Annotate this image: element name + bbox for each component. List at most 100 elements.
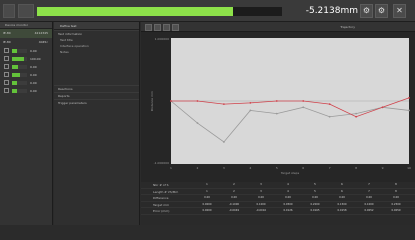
table-cell: 0.00: [258, 196, 264, 199]
settings-icon[interactable]: ⚙: [360, 4, 373, 18]
data-point: [249, 109, 252, 112]
table-cell: 0.00: [366, 196, 372, 199]
top-toolbar: -5.2138mm ⚙ ⚙ ✕: [0, 0, 415, 22]
table-cell: 0.0052: [364, 209, 374, 212]
table-cell: 0.00: [285, 196, 291, 199]
gauge-value: 0.00: [30, 73, 37, 77]
data-point: [275, 112, 278, 115]
progress-fill: [37, 7, 233, 16]
row-header: Target mm: [153, 202, 170, 207]
define-test-panel: Define test Test information Test title In…: [54, 22, 140, 225]
trajectory-chart: 1 2 3 4 5 6 7 8 9 10 1.000000 -1.000000 Target steps…: [150, 37, 411, 175]
table-cell: 5: [314, 183, 316, 186]
table-cell: 1: [206, 189, 208, 193]
sensor-icon: [4, 80, 9, 85]
table-cell: 0.00: [312, 196, 318, 199]
data-point: [328, 103, 331, 106]
table-cell: 7: [368, 189, 370, 193]
gauge-value: 0.00: [30, 49, 37, 53]
gauge-row: 0.00: [0, 71, 52, 79]
chart-tabs: Trajectory: [141, 22, 415, 32]
table-cell: 0.0126: [283, 209, 293, 212]
gauge-value: 0.00: [30, 65, 37, 69]
data-point: [328, 115, 331, 118]
table-cell: 0.00: [393, 196, 399, 199]
data-point: [196, 100, 199, 102]
data-point: [408, 109, 410, 112]
section-header[interactable]: Trigger parameters: [54, 99, 139, 106]
close-icon[interactable]: ✕: [393, 4, 406, 18]
data-point: [249, 101, 252, 104]
y-axis-label: Distance mm: [150, 91, 154, 111]
table-cell: 8: [395, 183, 397, 186]
table-cell: 0.2500: [391, 202, 401, 206]
table-cell: 2: [233, 189, 235, 193]
x-tick-label: 8: [355, 166, 357, 170]
section-header[interactable]: Test information: [54, 30, 139, 37]
section-header[interactable]: Reactions: [54, 85, 139, 92]
data-point: [222, 141, 225, 143]
gauge-fill: [12, 73, 20, 77]
data-point: [302, 106, 305, 109]
gauge-fill: [12, 65, 18, 69]
device-row[interactable]: IE-80 4212345: [0, 29, 52, 38]
y-tick-label: 1.000000: [155, 37, 169, 41]
device-monitor-header: Device monitor: [0, 22, 52, 29]
x-tick-label: 7: [329, 166, 331, 170]
gauge-value: 0.00: [30, 81, 37, 85]
device-value: 4212345: [34, 31, 48, 35]
table-cell: 0.1500: [337, 202, 347, 206]
gauge-bar: [12, 49, 27, 53]
table-cell: 0.0000: [202, 209, 212, 212]
gauge-bar: [12, 57, 27, 61]
data-point: [381, 106, 384, 109]
gear-icon[interactable]: ⚙: [375, 4, 388, 18]
section-header[interactable]: Reports: [54, 92, 139, 99]
table-cell: 4: [287, 183, 289, 186]
device-row[interactable]: IE-80 4045c: [0, 38, 52, 47]
x-tick-label: 4: [249, 166, 251, 170]
results-table: Nbr # of S 1 2 3 4 5 6 7 8 Length # VS/Mm 1 2 3 4 5 6 7 8…: [141, 182, 415, 225]
device-select[interactable]: [18, 4, 34, 18]
table-cell: 5: [314, 189, 316, 193]
table-cell: 0.00: [339, 196, 345, 199]
table-cell: 0.00: [204, 196, 210, 199]
device-value: 4045c: [38, 40, 48, 44]
table-cell: 3: [260, 183, 262, 186]
table-cell: -0.1000: [228, 202, 239, 206]
x-axis-label: Target steps: [280, 171, 300, 175]
data-point: [355, 115, 358, 118]
table-cell: 0.0059: [391, 209, 401, 212]
y-tick-label: -1.000000: [154, 161, 169, 165]
data-point: [222, 103, 225, 106]
table-cell: 0.0500: [283, 202, 293, 206]
device-name: IE-80: [3, 40, 11, 44]
table-cell: 0.0165: [310, 209, 320, 212]
menu-button[interactable]: [3, 4, 15, 18]
table-cell: 7: [368, 183, 370, 186]
table-cell: 0.0000: [202, 202, 212, 206]
row-header: Error (mm): [153, 209, 170, 213]
gauge-fill: [12, 49, 17, 53]
table-cell: 3: [260, 189, 262, 193]
chart-pane: Trajectory 1 2 3 4 5 6 7 8 9 10 1.000000 -1.000000 T…: [141, 22, 415, 182]
sensor-icon: [4, 88, 9, 93]
gauge-fill: [12, 57, 24, 61]
sensor-icon: [4, 48, 9, 53]
table-cell: 8: [395, 189, 397, 193]
gauge-row: 0.00: [0, 79, 52, 87]
row-header: Difference: [153, 196, 169, 200]
gauge-bar: [12, 73, 27, 77]
table-cell: 0.0158: [337, 209, 347, 212]
gauge-bar: [12, 89, 27, 93]
gauge-value: 100.00: [30, 57, 41, 61]
table-cell: 4: [287, 189, 289, 193]
sensor-icon: [4, 72, 9, 77]
chart-title: Trajectory: [340, 25, 355, 29]
gauge-fill: [12, 89, 17, 93]
sensor-icon: [4, 64, 9, 69]
row-header: Nbr # of S: [153, 183, 169, 187]
gauge-bar: [12, 81, 27, 85]
progress-bar: [37, 7, 282, 16]
gauge-bar: [12, 65, 27, 69]
